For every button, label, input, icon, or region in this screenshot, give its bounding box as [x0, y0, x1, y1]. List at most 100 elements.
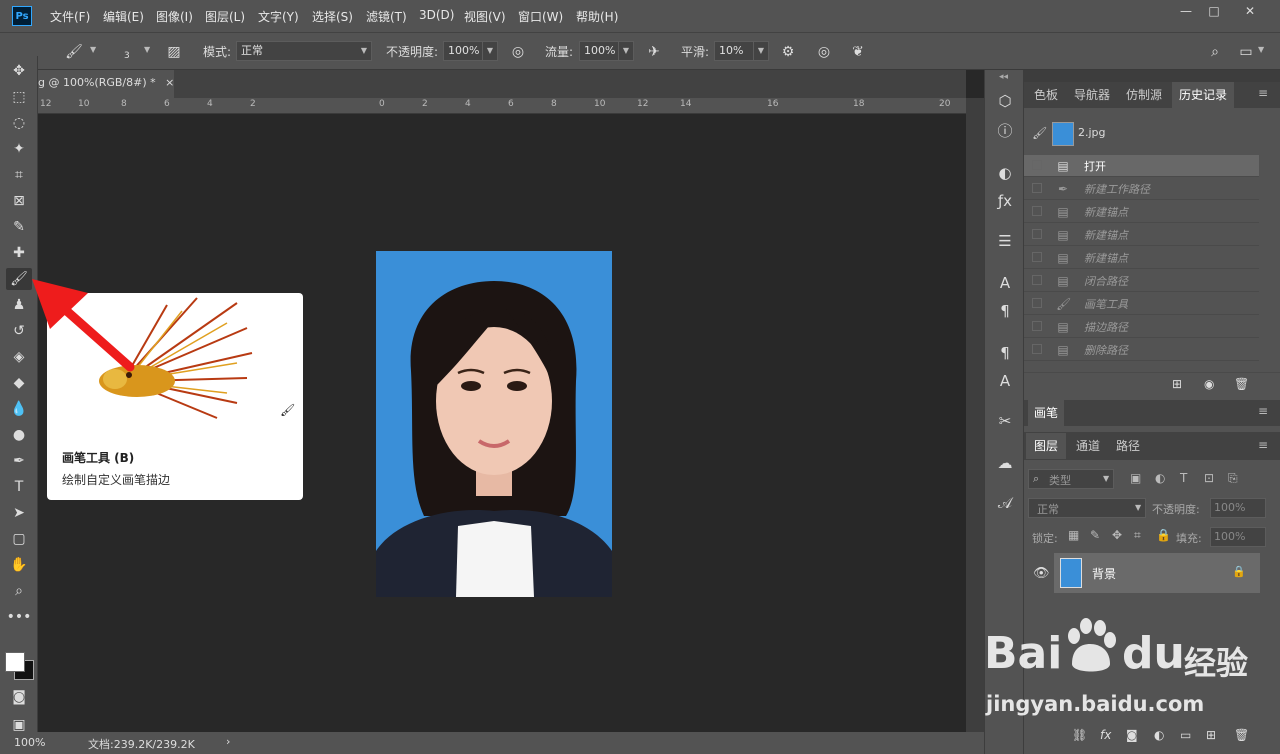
chevron-down-icon[interactable]: ▼ — [618, 41, 634, 61]
lock-pixels-icon[interactable]: ✎ — [1090, 528, 1100, 542]
menu-edit[interactable]: 编辑(E) — [103, 8, 144, 25]
panel-menu-icon[interactable]: ≡ — [1258, 438, 1268, 452]
filter-adjustment-icon[interactable]: ◐ — [1155, 471, 1165, 485]
crop-tool-icon[interactable]: ⌗ — [6, 164, 32, 186]
lock-all-icon[interactable]: 🔒 — [1156, 528, 1171, 542]
smooth-input[interactable]: 10% — [714, 41, 754, 61]
marquee-tool-icon[interactable]: ⬚ — [6, 86, 32, 108]
tab-history[interactable]: 历史记录 — [1172, 82, 1234, 108]
info-icon[interactable]: ⓘ — [994, 120, 1016, 142]
pen-tool-icon[interactable]: ✒ — [6, 450, 32, 472]
lock-icon[interactable]: 🔒 — [1232, 565, 1246, 578]
glyphs-icon[interactable]: 𝒜 — [994, 492, 1016, 514]
magic-wand-tool-icon[interactable]: ✦ — [6, 138, 32, 160]
group-folder-icon[interactable]: ▭ — [1180, 728, 1191, 742]
layer-filter-select[interactable]: ⌕ 类型 ▼ — [1028, 469, 1114, 489]
close-icon[interactable]: × — [165, 76, 174, 89]
hand-tool-icon[interactable]: ✋ — [6, 554, 32, 576]
filter-pixel-icon[interactable]: ▣ — [1130, 471, 1141, 485]
opacity-input[interactable]: 100% — [443, 41, 483, 61]
quick-mask-icon[interactable]: ◙ — [6, 686, 32, 708]
history-checkbox[interactable] — [1032, 252, 1042, 262]
type-tool-icon[interactable]: T — [6, 476, 32, 498]
eyedropper-tool-icon[interactable]: ✎ — [6, 216, 32, 238]
menu-layer[interactable]: 图层(L) — [205, 8, 245, 25]
zoom-level[interactable]: 100% — [14, 736, 45, 749]
tab-paths[interactable]: 路径 — [1110, 433, 1146, 459]
trash-icon[interactable]: 🗑 — [1234, 377, 1249, 391]
brush-settings-icon[interactable]: ▨ — [164, 42, 184, 62]
collapse-icon[interactable]: ◂◂ — [999, 72, 1008, 82]
id-photo-image[interactable] — [376, 251, 612, 597]
close-button[interactable]: ✕ — [1236, 2, 1264, 20]
history-checkbox[interactable] — [1032, 321, 1042, 331]
history-checkbox[interactable] — [1032, 183, 1042, 193]
character-styles-icon[interactable]: A — [994, 370, 1016, 392]
eye-icon[interactable]: 👁 — [1033, 566, 1050, 581]
history-checkbox[interactable] — [1032, 275, 1042, 285]
history-item[interactable]: ▤ 新建锚点 — [1024, 247, 1259, 269]
tab-navigator[interactable]: 导航器 — [1068, 82, 1116, 108]
zoom-tool-icon[interactable]: ⌕ — [6, 580, 32, 602]
history-checkbox[interactable] — [1032, 344, 1042, 354]
paragraph-icon[interactable]: ¶ — [994, 300, 1016, 322]
mode-select[interactable]: 正常 ▼ — [236, 41, 372, 61]
lock-position-icon[interactable]: ✥ — [1112, 528, 1122, 542]
move-tool-icon[interactable]: ✥ — [6, 60, 32, 82]
more-tools-icon[interactable]: ••• — [6, 606, 32, 628]
filter-smart-object-icon[interactable]: ⎘ — [1228, 471, 1238, 486]
menu-view[interactable]: 视图(V) — [464, 8, 506, 25]
chevron-down-icon[interactable]: ▼ — [1258, 45, 1264, 54]
history-brush-source-icon[interactable]: 🖌 — [1032, 126, 1047, 140]
filter-type-icon[interactable]: T — [1180, 471, 1187, 485]
history-checkbox[interactable] — [1032, 160, 1042, 170]
history-item[interactable]: ▤ 打开 — [1024, 155, 1259, 177]
panel-menu-icon[interactable]: ≡ — [1258, 86, 1268, 100]
symmetry-butterfly-icon[interactable]: ❦ — [848, 42, 868, 62]
snapshot-thumbnail[interactable] — [1052, 122, 1074, 146]
trash-icon[interactable]: 🗑 — [1234, 728, 1249, 742]
history-item[interactable]: 🖌 画笔工具 — [1024, 293, 1259, 315]
menu-image[interactable]: 图像(I) — [156, 8, 193, 25]
healing-brush-tool-icon[interactable]: ✚ — [6, 242, 32, 264]
add-mask-icon[interactable]: ◙ — [1126, 728, 1138, 742]
document-tab[interactable]: g @ 100%(RGB/8#) * × — [38, 70, 174, 98]
fx-icon[interactable]: fx — [1100, 728, 1111, 742]
layer-row-background[interactable]: 背景 🔒 — [1054, 553, 1260, 593]
brush-size-value[interactable]: 3 — [124, 51, 130, 61]
3d-icon[interactable]: ⬡ — [994, 90, 1016, 112]
menu-window[interactable]: 窗口(W) — [518, 8, 563, 25]
chevron-down-icon[interactable]: ▼ — [90, 45, 96, 54]
paint-bucket-tool-icon[interactable]: ◆ — [6, 372, 32, 394]
menu-type[interactable]: 文字(Y) — [258, 8, 299, 25]
minimize-button[interactable]: — — [1172, 2, 1200, 20]
menu-help[interactable]: 帮助(H) — [576, 8, 618, 25]
flow-input[interactable]: 100% — [579, 41, 619, 61]
snapshot-name[interactable]: 2.jpg — [1078, 126, 1106, 139]
lock-artboard-icon[interactable]: ⌗ — [1134, 528, 1141, 543]
rectangle-tool-icon[interactable]: ▢ — [6, 528, 32, 550]
search-icon[interactable]: ⌕ — [1205, 42, 1225, 62]
tab-swatches[interactable]: 色板 — [1028, 82, 1064, 108]
brush-tool-icon[interactable]: 🖌 — [6, 268, 32, 290]
lasso-tool-icon[interactable]: ◌ — [6, 112, 32, 134]
history-item[interactable]: ▤ 闭合路径 — [1024, 270, 1259, 292]
brush-preset-icon[interactable]: 🖌 — [64, 42, 84, 62]
history-brush-tool-icon[interactable]: ↺ — [6, 320, 32, 342]
chevron-down-icon[interactable]: ▼ — [753, 41, 769, 61]
tool-presets-icon[interactable]: ✂ — [994, 410, 1016, 432]
menu-select[interactable]: 选择(S) — [312, 8, 353, 25]
menu-3d[interactable]: 3D(D) — [419, 8, 454, 22]
history-item[interactable]: ▤ 描边路径 — [1024, 316, 1259, 338]
camera-icon[interactable]: ◉ — [1204, 377, 1214, 391]
blend-mode-select[interactable]: 正常 ▼ — [1028, 498, 1146, 518]
tab-channels[interactable]: 通道 — [1070, 433, 1106, 459]
brush-settings-icon[interactable]: ☰ — [994, 230, 1016, 252]
adjustments-icon[interactable]: ◐ — [994, 162, 1016, 184]
history-item[interactable]: ✒ 新建工作路径 — [1024, 178, 1259, 200]
tab-layers[interactable]: 图层 — [1026, 433, 1066, 459]
restore-button[interactable]: □ — [1200, 2, 1228, 20]
frame-tool-icon[interactable]: ⊠ — [6, 190, 32, 212]
chevron-right-icon[interactable]: › — [226, 735, 230, 748]
gear-icon[interactable]: ⚙ — [778, 42, 798, 62]
